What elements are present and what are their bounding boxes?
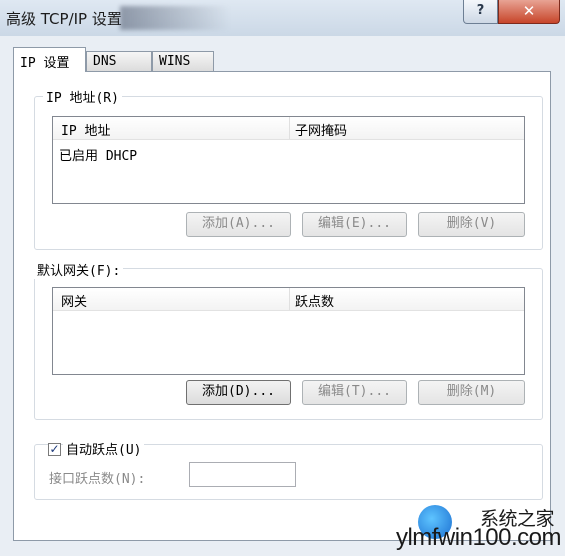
tab-dns[interactable]: DNS	[86, 51, 152, 71]
gateway-group: 默认网关(F): 网关 跃点数 添加(D)... 编辑(T)... 删除(M)	[34, 260, 543, 420]
help-button[interactable]: ?	[463, 0, 498, 24]
gateway-list[interactable]: 网关 跃点数	[52, 287, 525, 375]
ip-list-header: IP 地址 子网掩码	[53, 117, 524, 140]
metric-group: ✓ 自动跃点(U) 接口跃点数(N):	[34, 439, 543, 500]
column-subnet-mask[interactable]: 子网掩码	[295, 120, 347, 139]
window-title: 高级 TCP/IP 设置	[6, 10, 122, 28]
title-shadow	[120, 6, 230, 30]
column-metric[interactable]: 跃点数	[295, 291, 334, 310]
column-ip-address[interactable]: IP 地址	[61, 120, 110, 139]
tab-ip-settings[interactable]: IP 设置	[13, 47, 86, 72]
column-separator[interactable]	[289, 117, 290, 139]
title-bar: 高级 TCP/IP 设置 ? ✕	[0, 0, 565, 37]
gateway-list-header: 网关 跃点数	[53, 288, 524, 311]
list-item[interactable]: 已启用 DHCP	[59, 145, 137, 164]
gateway-delete-button[interactable]: 删除(M)	[418, 380, 525, 405]
column-separator[interactable]	[289, 288, 290, 310]
ip-delete-button[interactable]: 删除(V)	[418, 212, 525, 237]
interface-metric-label: 接口跃点数(N):	[49, 472, 146, 487]
ip-edit-button[interactable]: 编辑(E)...	[302, 212, 407, 237]
ip-add-button[interactable]: 添加(A)...	[186, 212, 291, 237]
gateway-edit-button[interactable]: 编辑(T)...	[302, 380, 407, 405]
ip-address-group: IP 地址(R) IP 地址 子网掩码 已启用 DHCP 添加(A)... 编辑…	[34, 87, 543, 250]
ip-address-legend: IP 地址(R)	[43, 87, 122, 106]
gateway-legend: 默认网关(F):	[34, 260, 124, 279]
interface-metric-input[interactable]	[189, 462, 296, 487]
auto-metric-label[interactable]: 自动跃点(U)	[63, 439, 145, 458]
auto-metric-checkbox[interactable]: ✓	[48, 443, 61, 456]
watermark-text: ylmfwin100.com	[395, 524, 562, 551]
close-button[interactable]: ✕	[498, 0, 560, 24]
ip-address-list[interactable]: IP 地址 子网掩码 已启用 DHCP	[52, 116, 525, 204]
column-gateway[interactable]: 网关	[61, 291, 87, 310]
tab-wins[interactable]: WINS	[152, 51, 214, 71]
gateway-add-button[interactable]: 添加(D)...	[186, 380, 291, 405]
tab-panel: IP 地址(R) IP 地址 子网掩码 已启用 DHCP 添加(A)... 编辑…	[13, 71, 551, 541]
